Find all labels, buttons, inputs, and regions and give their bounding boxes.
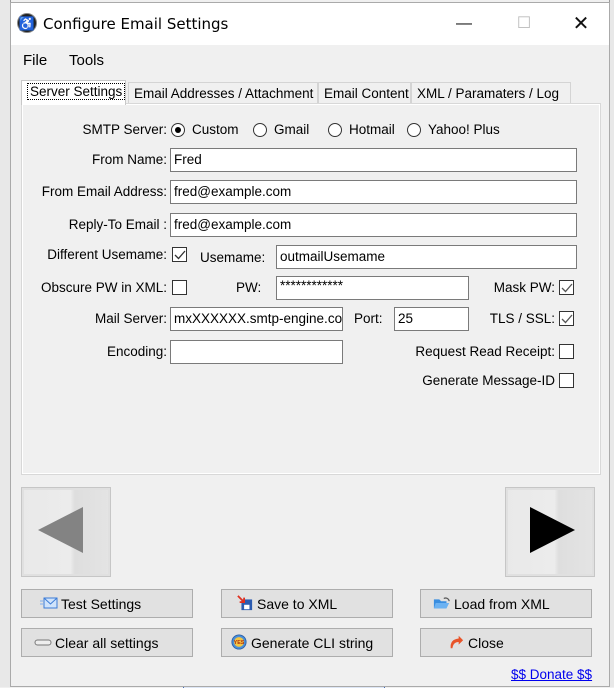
tab-label: Server Settings [27,83,126,100]
clear-settings-label: Clear all settings [55,634,159,651]
load-from-xml-button[interactable]: Load from XML [420,589,592,618]
from-name-input[interactable]: Fred [170,148,577,172]
username-label: Usemame: [200,250,266,265]
maximize-button[interactable]: ☐ [501,3,547,45]
tab-label: Email Content [324,86,409,101]
tab-email-addresses[interactable]: Email Addresses / Attachment [128,82,318,104]
exit-arrow-icon [450,636,464,649]
next-tab-button[interactable] [505,487,595,577]
tab-email-content[interactable]: Email Content [318,82,411,104]
app-icon: ♿ [17,13,37,33]
menu-tools[interactable]: Tools [69,52,104,69]
test-settings-label: Test Settings [61,595,142,612]
message-id-checkbox[interactable] [559,373,574,388]
tab-server-settings[interactable]: Server Settings [21,80,126,105]
password-input[interactable]: ************ [276,276,469,300]
port-input[interactable]: 25 [394,307,469,331]
smtp-server-label: SMTP Server: [82,122,167,137]
close-window-button[interactable]: ✕ [558,3,604,45]
smtp-custom-radio[interactable] [171,123,185,137]
from-name-label: From Name: [91,152,167,167]
tls-ssl-checkbox[interactable] [559,311,574,326]
server-settings-panel: SMTP Server: Custom Gmail Hotmail Yahoo!… [21,103,601,475]
read-receipt-label: Request Read Receipt: [415,344,555,359]
test-settings-button[interactable]: Test Settings [21,589,193,618]
svg-text:YES: YES [234,641,245,647]
yes-badge-icon: YES [231,634,247,650]
encoding-input[interactable] [170,340,343,364]
from-email-input[interactable]: fred@example.com [170,180,577,204]
tab-label: XML / Paramaters / Log [417,86,560,101]
reply-to-label: Reply-To Email : [68,217,167,232]
read-receipt-checkbox[interactable] [559,344,574,359]
message-id-label: Generate Message-ID [422,373,555,388]
donate-link[interactable]: $$ Donate $$ [511,667,592,682]
check-icon [561,314,573,324]
envelope-icon [40,597,58,609]
eraser-icon [34,639,52,646]
triangle-left-icon [38,507,83,553]
triangle-right-icon [530,507,575,553]
smtp-hotmail-radio[interactable] [328,123,342,137]
different-username-label: Different Usemame: [47,247,167,262]
smtp-yahoo-radio[interactable] [407,123,421,137]
check-icon [561,283,573,293]
window-title: Configure Email Settings [43,15,229,33]
mask-pw-checkbox[interactable] [559,280,574,295]
from-email-label: From Email Address: [41,184,167,199]
smtp-yahoo-label[interactable]: Yahoo! Plus [428,122,500,137]
encoding-label: Encoding: [106,344,167,359]
save-to-xml-button[interactable]: Save to XML [221,589,393,618]
tab-label: Email Addresses / Attachment [134,86,314,101]
menu-bar: File Tools [11,45,609,75]
pw-label: PW: [236,280,262,295]
mail-server-label: Mail Server: [94,311,167,326]
save-disk-icon [237,595,253,611]
port-label: Port: [354,311,383,326]
mask-pw-label: Mask PW: [493,280,555,295]
clear-settings-button[interactable]: Clear all settings [21,628,193,657]
generate-cli-button[interactable]: YES Generate CLI string [221,628,393,657]
generate-cli-label: Generate CLI string [251,634,374,651]
close-label: Close [468,634,504,651]
previous-tab-button[interactable] [21,487,111,577]
mail-server-input[interactable]: mxXXXXXX.smtp-engine.com [170,307,343,331]
save-to-xml-label: Save to XML [257,595,338,612]
menu-file[interactable]: File [23,52,47,69]
open-folder-icon [433,597,450,609]
obscure-pw-checkbox[interactable] [172,280,187,295]
smtp-gmail-radio[interactable] [253,123,267,137]
tls-ssl-label: TLS / SSL: [489,311,555,326]
different-username-checkbox[interactable] [172,247,187,262]
tab-xml-params-log[interactable]: XML / Paramaters / Log [411,82,571,104]
minimize-button[interactable]: — [441,3,487,45]
check-icon [174,250,186,260]
configure-email-window: ♿ Configure Email Settings — ☐ ✕ File To… [10,2,610,687]
smtp-custom-label[interactable]: Custom [192,122,239,137]
close-button[interactable]: Close [420,628,592,657]
smtp-hotmail-label[interactable]: Hotmail [349,122,395,137]
obscure-pw-label: Obscure PW in XML: [40,280,167,295]
smtp-gmail-label[interactable]: Gmail [274,122,309,137]
reply-to-input[interactable]: fred@example.com [170,213,577,237]
title-bar[interactable]: ♿ Configure Email Settings — ☐ ✕ [11,3,609,45]
username-input[interactable]: outmailUsemame [276,245,577,269]
load-from-xml-label: Load from XML [454,595,550,612]
